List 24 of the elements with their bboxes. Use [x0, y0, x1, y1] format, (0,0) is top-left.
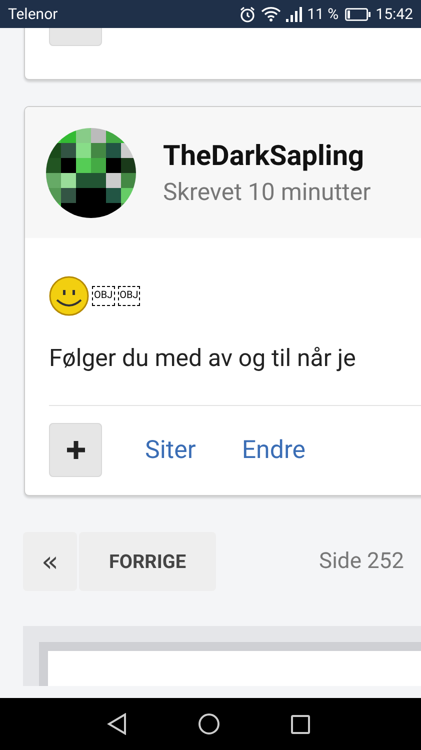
- clock-time: 15:42: [376, 5, 413, 23]
- signal-icon: [286, 6, 302, 22]
- plus-icon: [64, 439, 86, 461]
- action-link[interactable]: Siter: [145, 436, 196, 464]
- object-field: OBJ: [118, 286, 140, 306]
- page-indicator: Side 252: [319, 549, 404, 574]
- first-page-button[interactable]: «: [23, 532, 77, 591]
- post-text: Følger du med av og til når je: [49, 344, 357, 372]
- author-name[interactable]: TheDarkSapling: [163, 139, 371, 172]
- post-date: Skrevet 10 minutter: [163, 178, 371, 206]
- battery-percent: 11 %: [307, 5, 339, 23]
- object-field: OBJ: [92, 286, 115, 306]
- smiley-icon: [49, 276, 89, 316]
- back-icon[interactable]: [107, 713, 127, 735]
- home-icon[interactable]: [198, 713, 220, 735]
- alarm-icon: [239, 6, 256, 22]
- carrier-name: Telenor: [8, 5, 58, 23]
- battery-icon: [344, 8, 371, 20]
- action-link[interactable]: Endre: [242, 436, 306, 464]
- wifi-icon: [261, 6, 282, 22]
- recents-icon[interactable]: [291, 714, 310, 734]
- add-reaction-button[interactable]: [49, 423, 102, 477]
- previous-page-button[interactable]: FORRIGE: [79, 532, 216, 591]
- editor-field[interactable]: [48, 651, 421, 686]
